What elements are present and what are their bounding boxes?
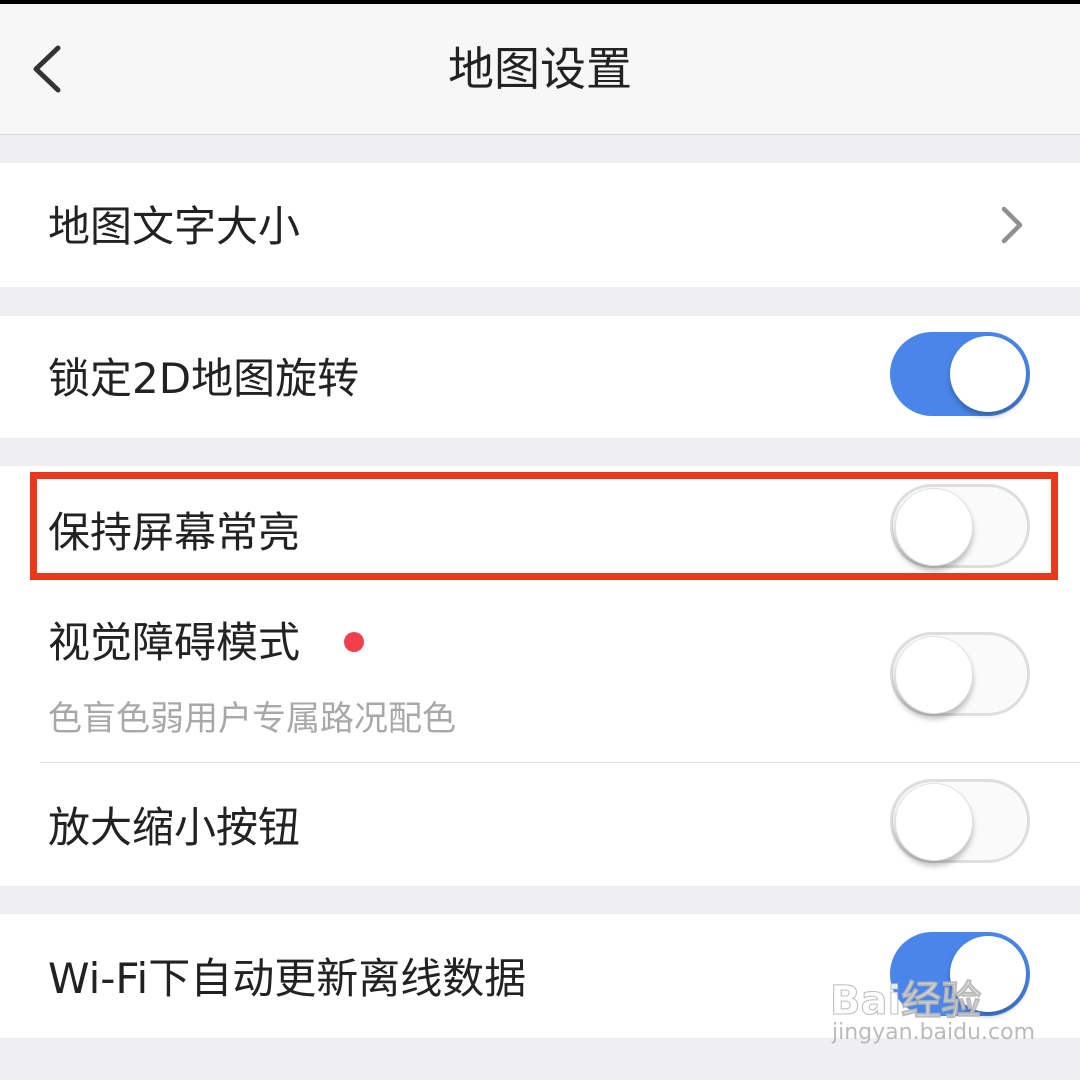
zoom-buttons-label: 放大缩小按钮 xyxy=(48,803,301,852)
zoom-buttons-toggle[interactable] xyxy=(890,779,1030,863)
back-arrow-icon[interactable] xyxy=(22,36,82,102)
visual-impairment-row: 视觉障碍模式 色盲色弱用户专属路况配色 xyxy=(0,592,1080,762)
settings-group-rotation: 锁定2D地图旋转 xyxy=(0,316,1080,438)
keep-screen-on-row: 保持屏幕常亮 xyxy=(0,466,1080,592)
visual-impairment-label: 视觉障碍模式 xyxy=(48,618,301,667)
settings-group-display: 保持屏幕常亮 视觉障碍模式 色盲色弱用户专属路况配色 放大缩小按钮 xyxy=(0,466,1080,886)
toggle-knob xyxy=(895,488,973,566)
settings-group-offline: Wi-Fi下自动更新离线数据 xyxy=(0,914,1080,1038)
zoom-buttons-row: 放大缩小按钮 xyxy=(0,763,1080,886)
page-title: 地图设置 xyxy=(448,42,632,96)
keep-screen-on-label: 保持屏幕常亮 xyxy=(48,508,301,557)
wifi-auto-update-row: Wi-Fi下自动更新离线数据 xyxy=(0,914,1080,1038)
new-badge-dot xyxy=(344,632,364,652)
toggle-knob xyxy=(950,336,1026,412)
lock-2d-rotation-label: 锁定2D地图旋转 xyxy=(48,354,360,403)
settings-group-text: 地图文字大小 xyxy=(0,163,1080,287)
chevron-right-icon xyxy=(1001,206,1023,244)
toggle-knob xyxy=(895,636,973,714)
lock-2d-rotation-row: 锁定2D地图旋转 xyxy=(0,316,1080,438)
wifi-auto-update-toggle[interactable] xyxy=(890,932,1030,1016)
visual-impairment-description: 色盲色弱用户专属路况配色 xyxy=(48,699,456,739)
map-text-size-label: 地图文字大小 xyxy=(48,202,301,251)
lock-2d-rotation-toggle[interactable] xyxy=(890,332,1030,416)
toggle-knob xyxy=(895,783,973,861)
map-text-size-row[interactable]: 地图文字大小 xyxy=(0,163,1080,287)
toggle-knob xyxy=(950,936,1026,1012)
nav-bar: 地图设置 xyxy=(0,4,1080,135)
visual-impairment-toggle[interactable] xyxy=(890,632,1030,716)
wifi-auto-update-label: Wi-Fi下自动更新离线数据 xyxy=(48,954,527,1003)
keep-screen-on-toggle[interactable] xyxy=(890,484,1030,568)
